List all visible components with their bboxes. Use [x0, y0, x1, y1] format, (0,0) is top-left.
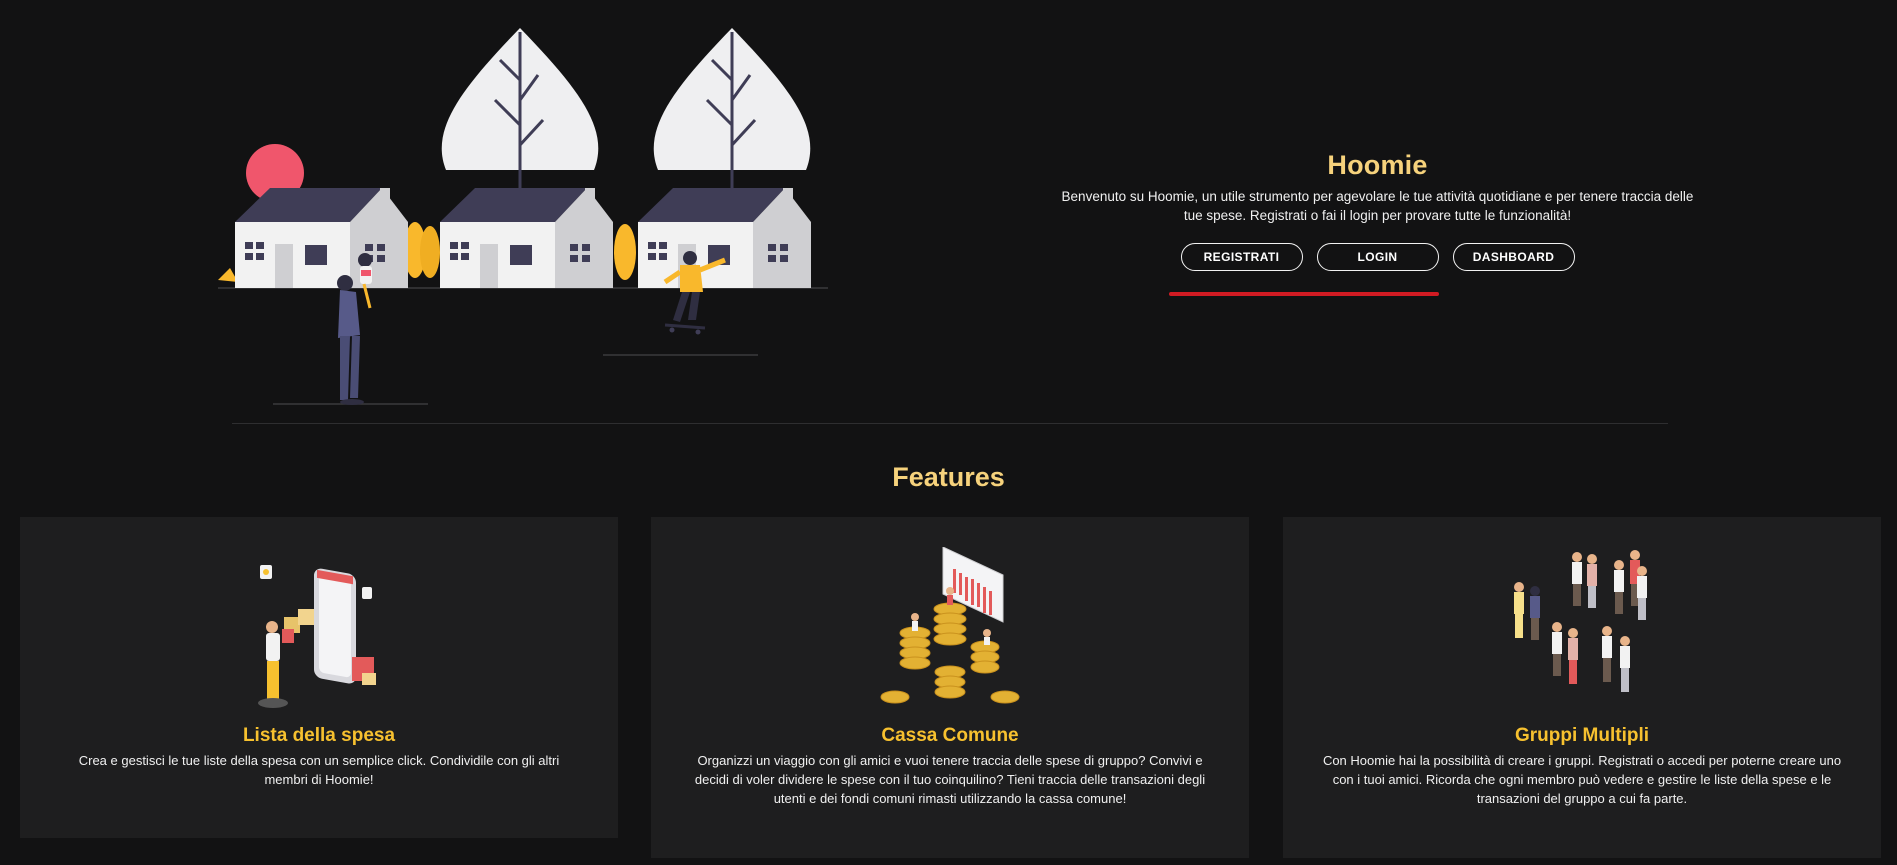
register-button[interactable]: REGISTRATI	[1180, 243, 1303, 271]
coins-icon	[880, 547, 1020, 704]
feature-title: Cassa Comune	[881, 725, 1019, 746]
groups-icon	[1514, 550, 1647, 692]
feature-title: Lista della spesa	[242, 725, 396, 746]
features-title: Features	[892, 462, 1005, 492]
feature-card-common-fund: Cassa Comune Organizzi un viaggio con gl…	[651, 517, 1249, 858]
login-button[interactable]: LOGIN	[1316, 243, 1439, 271]
hero-section: Hoomie Benvenuto su Hoomie, un utile str…	[1060, 150, 1695, 271]
auth-buttons: REGISTRATI LOGIN DASHBOARD	[1060, 243, 1695, 271]
hero-houses-illustration	[218, 28, 828, 405]
section-divider	[232, 423, 1668, 424]
feature-description: Crea e gestisci le tue liste della spesa…	[78, 753, 560, 787]
feature-title: Gruppi Multipli	[1514, 725, 1650, 746]
feature-card-multiple-groups: Gruppi Multipli Con Hoomie hai la possib…	[1283, 517, 1881, 858]
shopping-list-icon	[258, 565, 376, 708]
welcome-text: Benvenuto su Hoomie, un utile strumento …	[1061, 189, 1694, 223]
feature-description: Con Hoomie hai la possibilità di creare …	[1322, 753, 1842, 806]
accent-underline	[1169, 292, 1439, 296]
feature-description: Organizzi un viaggio con gli amici e vuo…	[694, 753, 1206, 806]
dashboard-button[interactable]: DASHBOARD	[1452, 243, 1575, 271]
app-title: Hoomie	[1327, 150, 1428, 180]
feature-card-shopping-list: Lista della spesa Crea e gestisci le tue…	[20, 517, 618, 838]
